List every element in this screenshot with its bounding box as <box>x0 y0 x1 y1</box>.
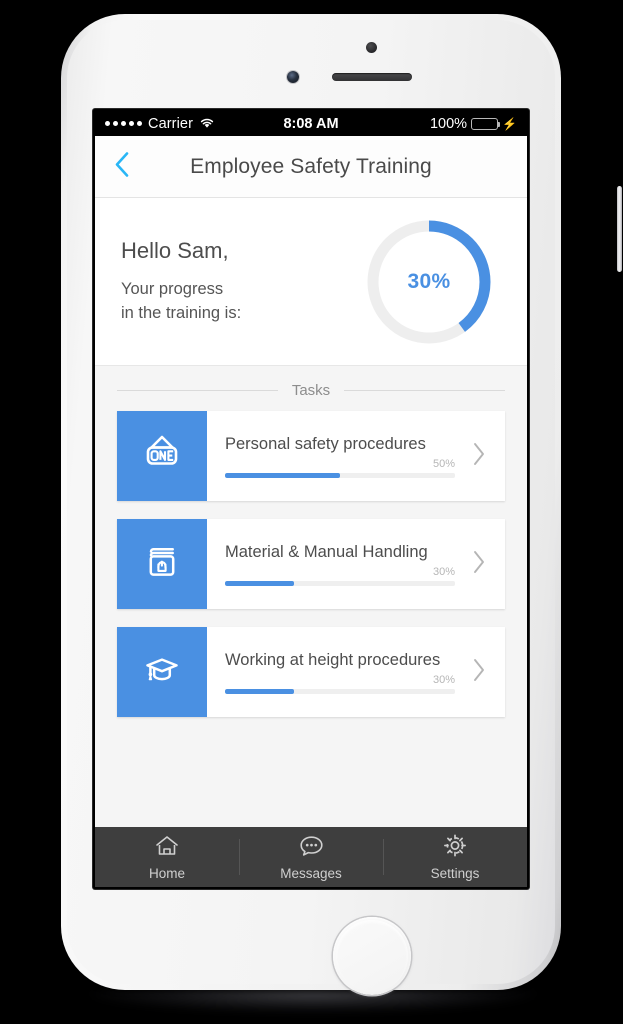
home-button[interactable] <box>333 917 411 995</box>
task-card[interactable]: Personal safety procedures 50% <box>117 411 505 501</box>
task-icon-tile <box>117 411 207 501</box>
greeting-name: Hello Sam, <box>121 237 229 263</box>
status-bar-left: Carrier <box>105 116 215 132</box>
chevron-right-icon[interactable] <box>469 548 499 581</box>
task-card-main: Material & Manual Handling 30% <box>225 543 469 586</box>
wifi-icon <box>199 116 215 132</box>
tasks-section: Tasks Personal safety procedures 50% Mater… <box>95 366 527 827</box>
front-camera <box>287 71 299 83</box>
tab-home[interactable]: Home <box>95 827 239 887</box>
task-icon-tile <box>117 627 207 717</box>
task-card-main: Working at height procedures 30% <box>225 651 469 694</box>
task-progress-bar <box>225 472 455 478</box>
task-card[interactable]: Working at height procedures 30% <box>117 627 505 717</box>
greeting-block: Hello Sam, Your progress in the training… <box>121 238 363 326</box>
status-bar-right: 100% ⚡ <box>430 116 517 132</box>
task-card-body: Working at height procedures 30% <box>207 627 505 717</box>
battery-icon <box>471 117 501 130</box>
app-screen: Carrier 8:08 AM 100% ⚡ Employee Safety T… <box>95 111 527 887</box>
carrier-label: Carrier <box>148 115 194 132</box>
divider-left <box>117 390 278 391</box>
task-progress-fill <box>225 688 294 694</box>
task-card[interactable]: Material & Manual Handling 30% <box>117 519 505 609</box>
progress-donut-chart: 30% <box>363 216 495 348</box>
task-card-body: Material & Manual Handling 30% <box>207 519 505 609</box>
chevron-right-icon[interactable] <box>469 440 499 473</box>
divider-right <box>344 390 505 391</box>
task-list: Personal safety procedures 50% Material & … <box>95 411 527 717</box>
tasks-section-header: Tasks <box>95 382 527 411</box>
task-progress-fill <box>225 580 294 586</box>
tab-messages[interactable]: Messages <box>239 827 383 887</box>
book-hand-icon <box>138 538 186 591</box>
earpiece-speaker <box>332 73 412 81</box>
power-button[interactable] <box>617 186 622 272</box>
greeting-subtitle: Your progress in the training is: <box>121 278 363 326</box>
home-icon <box>154 834 180 863</box>
tab-settings[interactable]: Settings <box>383 827 527 887</box>
tab-home-label: Home <box>148 865 185 881</box>
back-button[interactable] <box>113 150 130 183</box>
task-percent-label: 30% <box>432 565 455 578</box>
task-progress-bar <box>225 580 455 586</box>
task-card-body: Personal safety procedures 50% <box>207 411 505 501</box>
graduation-cap-icon <box>138 646 186 699</box>
navigation-bar: Employee Safety Training <box>95 136 527 198</box>
signal-strength-dots <box>105 121 142 126</box>
ios-status-bar: Carrier 8:08 AM 100% ⚡ <box>95 111 527 136</box>
task-icon-tile <box>117 519 207 609</box>
task-title: Personal safety procedures <box>225 434 426 453</box>
bottom-tab-bar: Home Messages Settings <box>95 827 527 887</box>
screenshot-stage: Carrier 8:08 AM 100% ⚡ Employee Safety T… <box>0 0 623 1024</box>
task-progress-bar <box>225 688 455 694</box>
tab-messages-label: Messages <box>280 865 342 881</box>
task-percent-label: 50% <box>432 457 455 470</box>
lightning-bolt-icon: ⚡ <box>502 116 517 131</box>
task-title: Working at height procedures <box>225 650 441 669</box>
tab-settings-label: Settings <box>430 866 480 881</box>
messages-bubble-icon <box>298 834 325 863</box>
battery-percent-label: 100% <box>429 115 468 132</box>
task-percent-label: 30% <box>432 673 455 686</box>
task-progress-fill <box>225 472 340 478</box>
tasks-section-label: Tasks <box>291 382 331 399</box>
progress-header: Hello Sam, Your progress in the training… <box>95 198 527 366</box>
greeting-subtitle-line2: in the training is: <box>121 303 242 322</box>
greeting-subtitle-line1: Your progress <box>121 279 224 298</box>
task-card-main: Personal safety procedures 50% <box>225 435 469 478</box>
screen-bezel: Carrier 8:08 AM 100% ⚡ Employee Safety T… <box>93 109 529 889</box>
chevron-right-icon[interactable] <box>469 656 499 689</box>
task-title: Material & Manual Handling <box>225 542 428 561</box>
progress-percent-label: 30% <box>407 269 451 293</box>
open-sign-icon <box>138 430 186 483</box>
gear-icon <box>442 833 468 863</box>
proximity-sensor <box>366 42 377 53</box>
page-title: Employee Safety Training <box>190 154 432 178</box>
